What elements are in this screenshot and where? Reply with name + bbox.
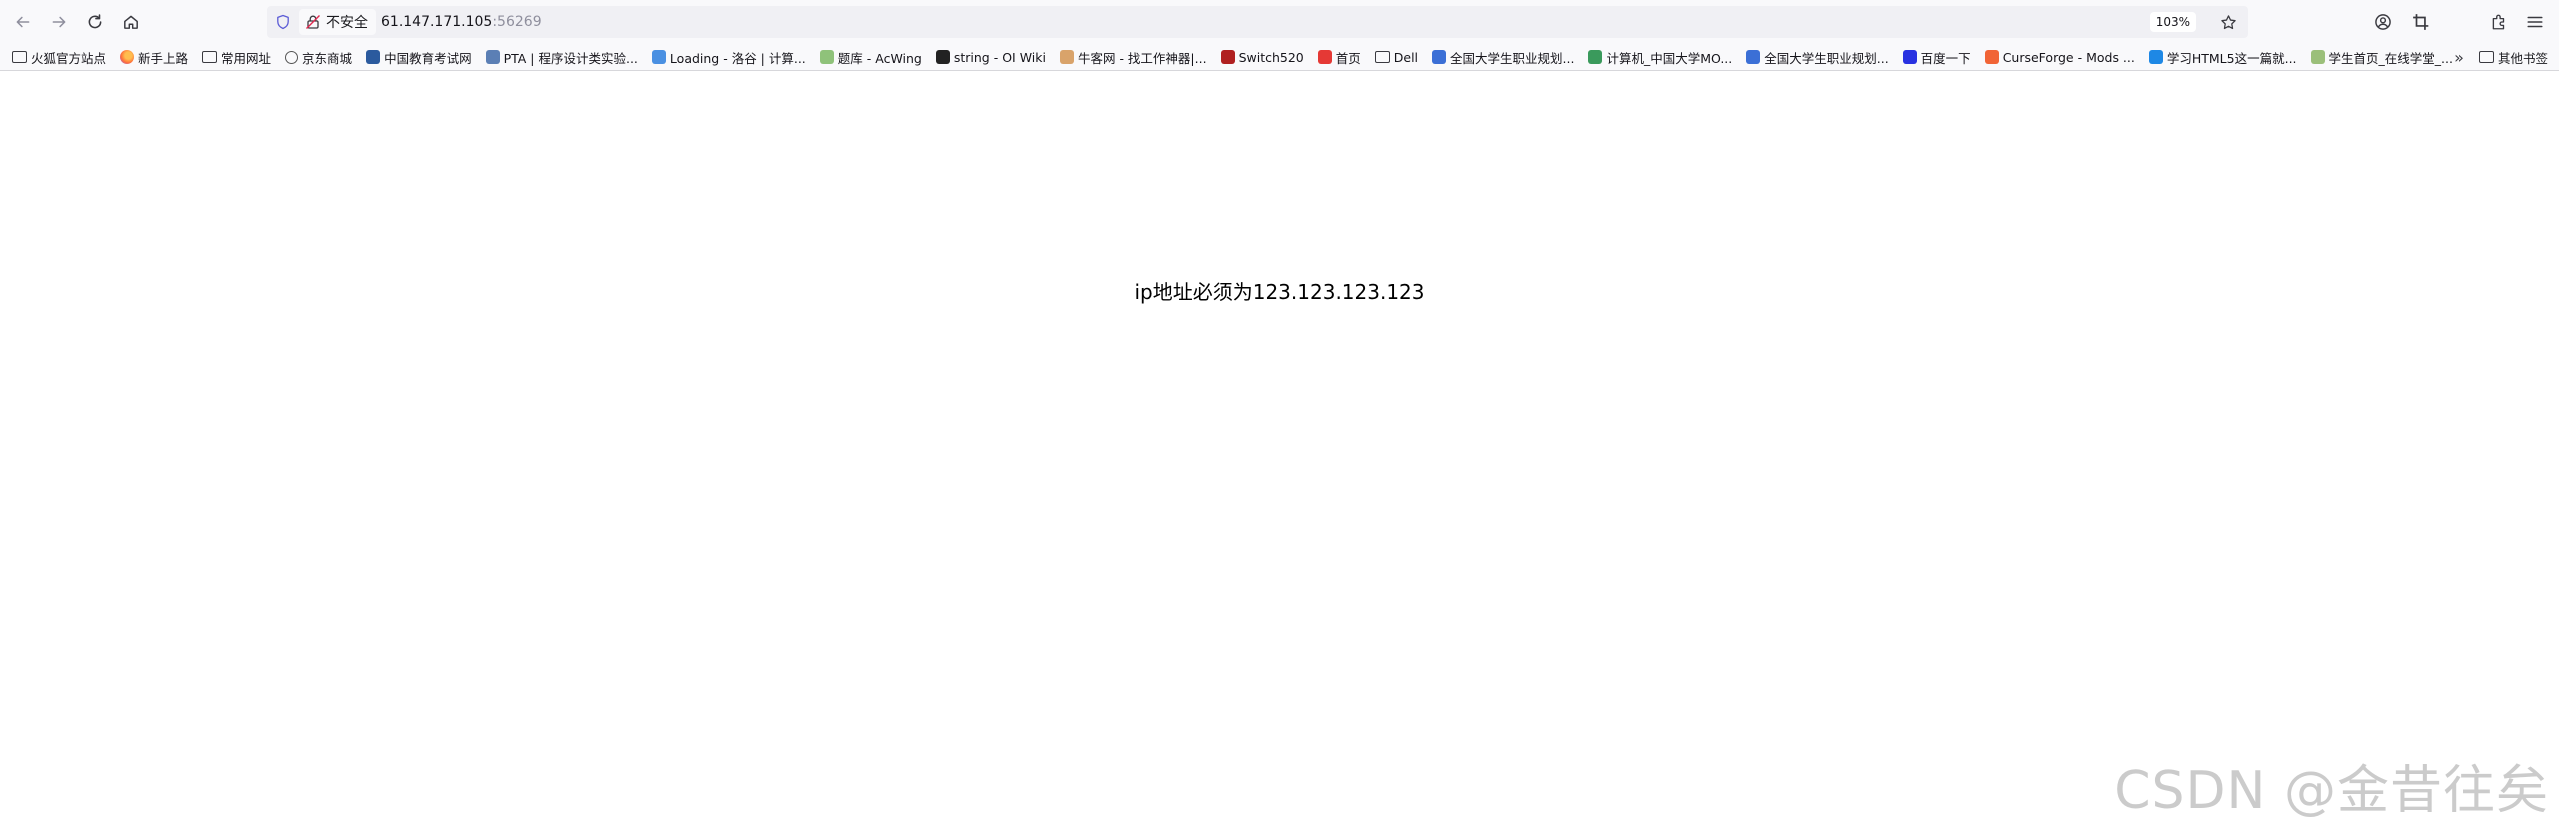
security-label: 不安全 [326, 15, 368, 31]
csdn-watermark: CSDN @金昔往矣 [2114, 761, 2549, 821]
bookmark-label: 题库 - AcWing [837, 50, 922, 66]
site-favicon-icon [485, 50, 500, 64]
account-icon [2375, 14, 2391, 30]
bookmark-label: 全国大学生职业规划... [1764, 50, 1889, 66]
zoom-reset-button[interactable]: 103% [2149, 12, 2196, 32]
insecure-lock-icon [306, 15, 320, 29]
bookmark-label: 常用网址 [221, 50, 272, 66]
bookmark-label: 首页 [1335, 50, 1361, 66]
bookmark-star-icon [2220, 14, 2236, 29]
site-favicon-icon [366, 50, 381, 64]
bookmark-item[interactable]: Loading - 洛谷 | 计算... [648, 46, 810, 68]
bookmark-label: Loading - 洛谷 | 计算... [669, 50, 806, 66]
site-favicon-icon [1220, 50, 1235, 64]
url-bar[interactable]: 不安全 61.147.171.105:56269 103% [267, 6, 2248, 38]
folder-icon [2479, 51, 2494, 63]
crop-icon [2413, 14, 2429, 30]
folder-icon [202, 51, 218, 63]
bookmark-item[interactable]: 常用网址 [198, 46, 275, 68]
hamburger-menu-icon [2527, 16, 2543, 28]
extensions-button[interactable] [2483, 6, 2515, 38]
site-favicon-icon [1746, 50, 1761, 64]
bookmarks-overflow-button[interactable]: » [2448, 46, 2470, 68]
bookmark-label: 百度一下 [1920, 50, 1971, 66]
home-button[interactable] [115, 6, 147, 38]
app-menu-button[interactable] [2519, 6, 2551, 38]
bookmark-label: 学生首页_在线学堂_... [2328, 50, 2453, 66]
bookmarks-toolbar: 火狐官方站点 新手上路 常用网址 京东商城 中国教育考试网 PTA | 程序设计类实验..… [0, 44, 2559, 71]
bookmark-item[interactable]: 计算机_中国大学MO... [1584, 46, 1736, 68]
forward-arrow-icon [52, 16, 66, 28]
browser-toolbar: 不安全 61.147.171.105:56269 103% [0, 0, 2559, 44]
folder-icon [12, 51, 27, 63]
bookmark-item[interactable]: Dell [1371, 46, 1422, 68]
bookmark-item[interactable]: 中国教育考试网 [362, 46, 476, 68]
site-favicon-icon [1432, 50, 1447, 64]
bookmark-item[interactable]: 全国大学生职业规划... [1428, 46, 1578, 68]
site-favicon-icon [1317, 50, 1332, 64]
bookmark-item[interactable]: 学习HTML5这一篇就... [2145, 46, 2301, 68]
tracking-protection-button[interactable] [271, 10, 295, 34]
back-arrow-icon [16, 16, 30, 28]
tracking-shield-icon [277, 14, 289, 30]
url-text[interactable]: 61.147.171.105:56269 [381, 6, 542, 38]
reload-button[interactable] [79, 6, 111, 38]
url-port: :56269 [492, 14, 542, 30]
site-favicon-icon [1984, 50, 1999, 64]
bookmark-label: 新手上路 [138, 50, 189, 66]
site-favicon-icon [2148, 50, 2163, 64]
bookmark-label: 中国教育考试网 [384, 50, 472, 66]
site-favicon-icon [651, 50, 666, 64]
bookmark-item[interactable]: 学生首页_在线学堂_... [2307, 46, 2457, 68]
bookmark-item[interactable]: string - OI Wiki [932, 46, 1050, 68]
site-favicon-icon [2310, 50, 2325, 64]
bookmark-item[interactable]: 题库 - AcWing [816, 46, 926, 68]
bookmark-item[interactable]: CurseForge - Mods ... [1981, 46, 2139, 68]
chevron-double-right-icon: » [2454, 47, 2464, 67]
back-button[interactable] [7, 6, 39, 38]
bookmark-item[interactable]: Switch520 [1217, 46, 1308, 68]
bookmark-item[interactable]: 火狐官方站点 [8, 46, 110, 68]
account-button[interactable] [2367, 6, 2399, 38]
home-icon [124, 15, 138, 29]
bookmark-label: 牛客网 - 找工作神器|... [1077, 50, 1207, 66]
bookmark-label: Switch520 [1238, 49, 1304, 65]
bookmark-label: 全国大学生职业规划... [1450, 50, 1575, 66]
bookmark-label: 计算机_中国大学MO... [1606, 50, 1733, 66]
reload-icon [88, 14, 102, 29]
bookmark-label: CurseForge - Mods ... [2002, 49, 2135, 65]
site-favicon-icon [819, 50, 834, 64]
other-bookmarks-folder[interactable]: 其他书签 [2479, 46, 2548, 68]
bookmarks-list: 火狐官方站点 新手上路 常用网址 京东商城 中国教育考试网 PTA | 程序设计类实验..… [8, 44, 2463, 70]
bookmark-label: 火狐官方站点 [31, 50, 107, 66]
site-favicon-icon [1588, 50, 1603, 64]
bookmark-item[interactable]: 百度一下 [1899, 46, 1975, 68]
bookmark-item[interactable]: 全国大学生职业规划... [1742, 46, 1892, 68]
folder-icon [1374, 51, 1390, 63]
bookmark-label: 京东商城 [302, 50, 353, 66]
bookmark-item[interactable]: 新手上路 [116, 46, 192, 68]
url-host: 61.147.171.105 [381, 14, 493, 30]
bookmark-label: PTA | 程序设计类实验... [503, 50, 638, 66]
site-favicon-icon [935, 50, 950, 64]
screenshot-button[interactable] [2405, 6, 2437, 38]
bookmark-label: 学习HTML5这一篇就... [2166, 50, 2297, 66]
page-message: ip地址必须为123.123.123.123 [1134, 280, 1425, 304]
bookmark-label: string - OI Wiki [953, 49, 1046, 65]
other-bookmarks-label: 其他书签 [2498, 50, 2549, 66]
bookmark-item[interactable]: 牛客网 - 找工作神器|... [1056, 46, 1211, 68]
bookmark-page-button[interactable] [2216, 10, 2240, 34]
site-favicon-icon [1902, 50, 1917, 64]
bookmark-item[interactable]: 首页 [1314, 46, 1365, 68]
bookmark-item[interactable]: 京东商城 [281, 46, 356, 68]
bookmark-label: Dell [1393, 49, 1419, 65]
globe-icon [285, 50, 299, 64]
site-favicon-icon [1059, 50, 1074, 64]
bookmark-item[interactable]: PTA | 程序设计类实验... [482, 46, 642, 68]
extensions-icon [2492, 14, 2505, 30]
site-security-indicator[interactable]: 不安全 [299, 9, 376, 35]
firefox-icon [120, 50, 135, 64]
forward-button[interactable] [43, 6, 75, 38]
